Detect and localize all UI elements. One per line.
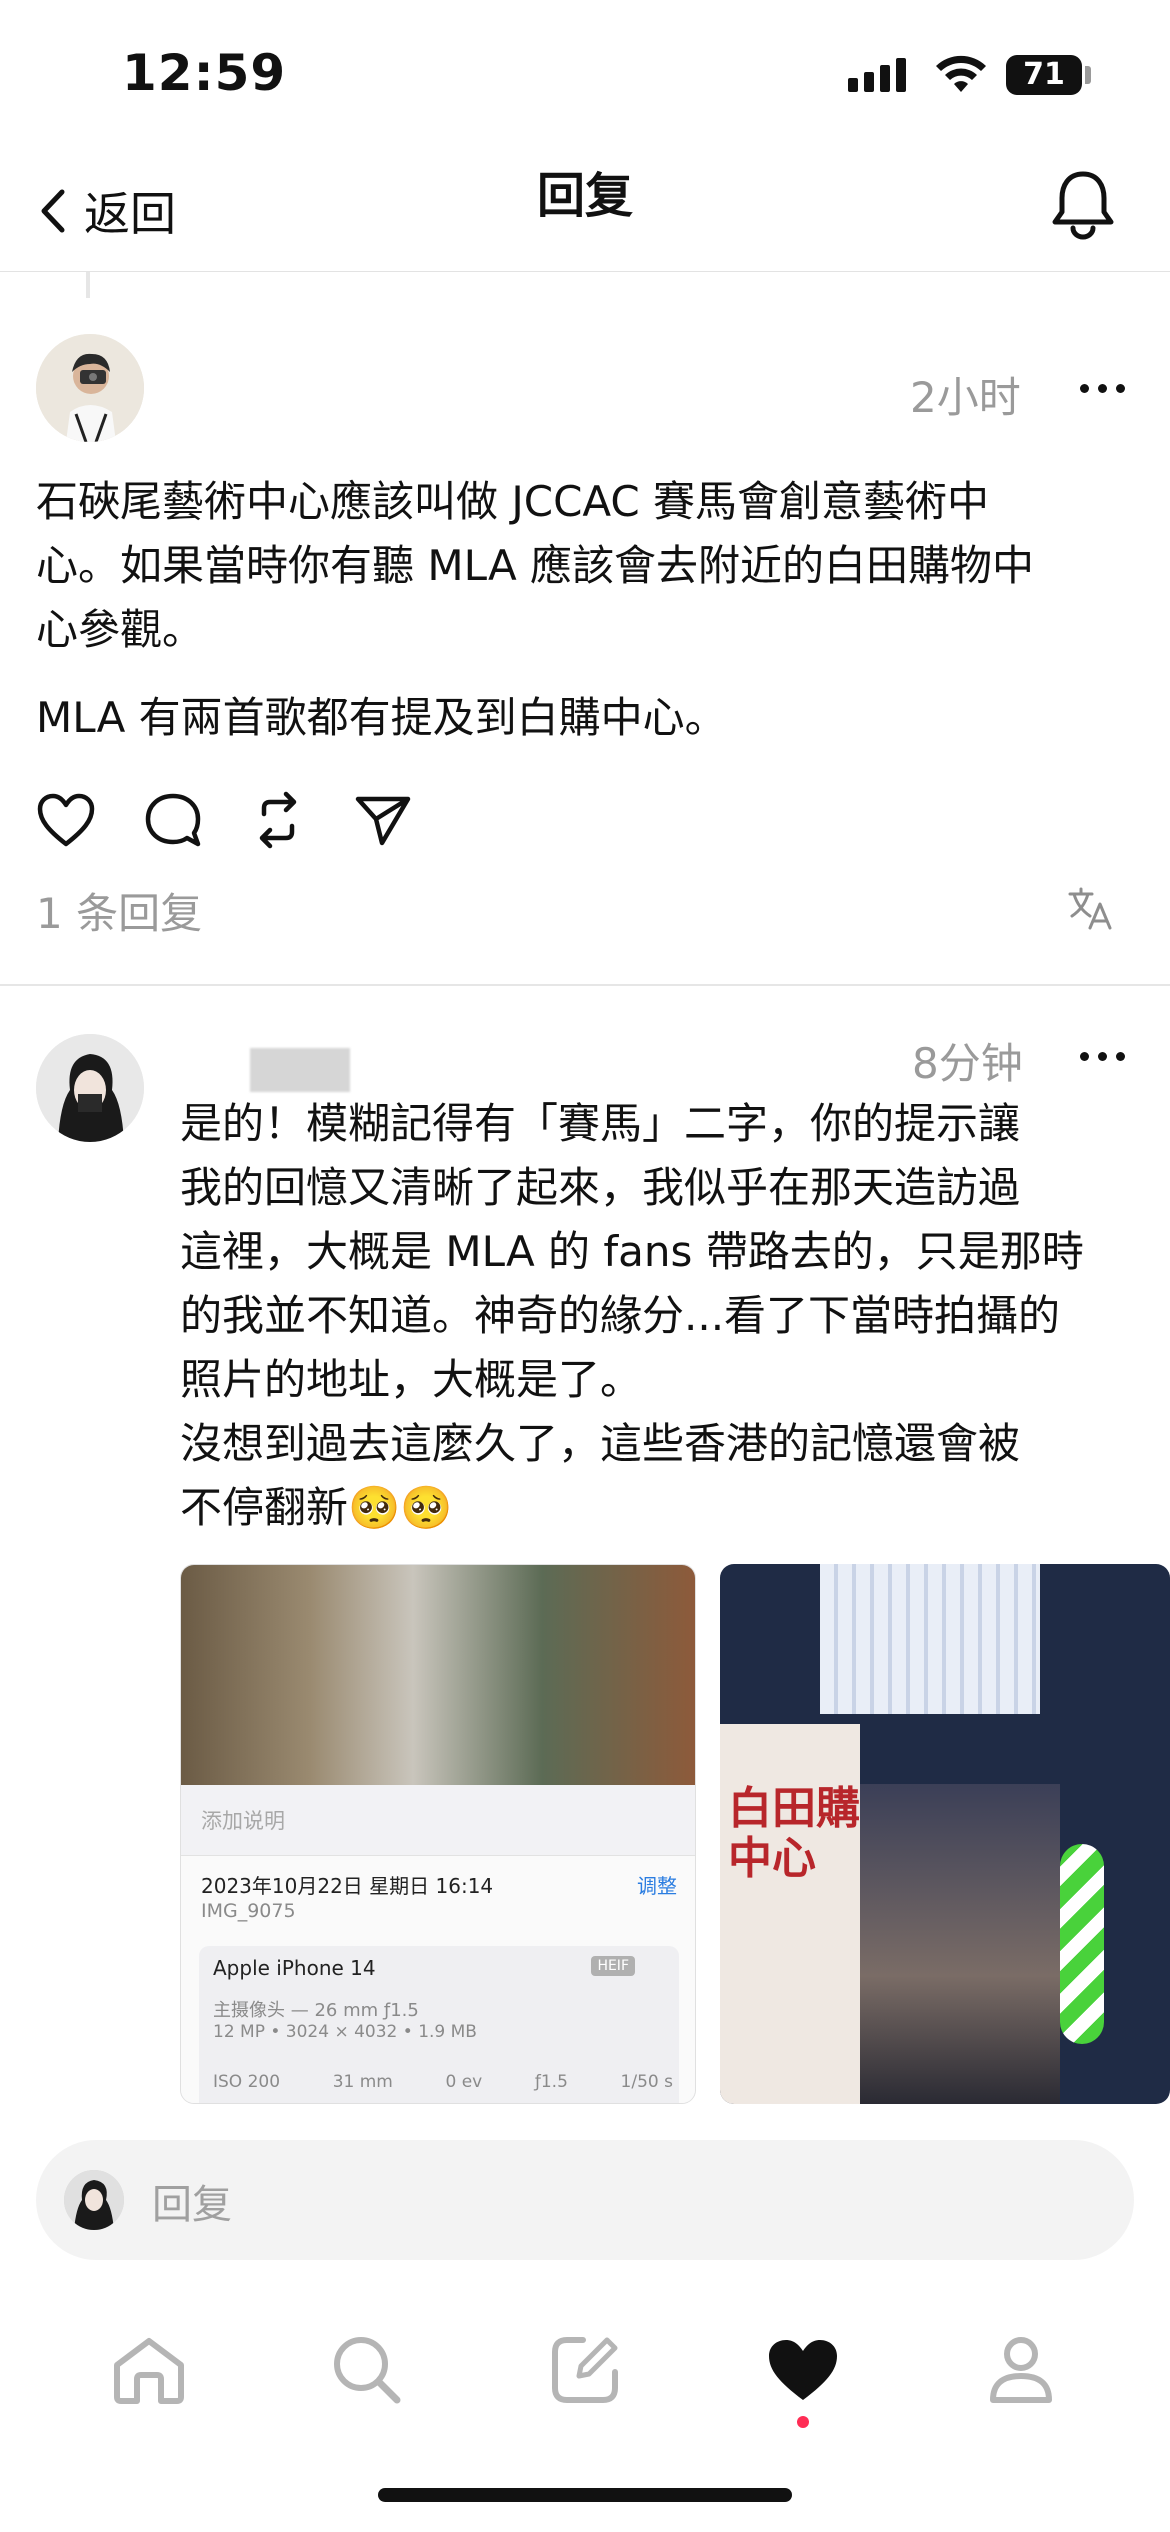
send-icon[interactable]: [354, 793, 412, 847]
photo-filename: IMG_9075: [201, 1900, 296, 1922]
tab-home[interactable]: [99, 2320, 199, 2420]
photo-barber-pole: [1060, 1844, 1104, 2044]
photo-date: 2023年10月22日 星期日 16:14: [201, 1874, 494, 1898]
more-options-icon[interactable]: [1080, 384, 1125, 393]
reply-input[interactable]: 回复: [36, 2140, 1134, 2260]
avatar[interactable]: [36, 1034, 144, 1142]
photo-device: Apple iPhone 14: [213, 1956, 376, 1980]
photo-spec: 12 MP • 3024 × 4032 • 1.9 MB: [213, 2022, 477, 2042]
photo-attachment[interactable]: 白田購中心: [720, 1564, 1170, 2104]
redacted-username: [250, 1048, 350, 1092]
reply-placeholder: 回复: [152, 2182, 232, 2228]
notification-dot: [797, 2416, 809, 2428]
divider: [0, 984, 1170, 986]
post-body: 石硤尾藝術中心應該叫做 JCCAC 賽馬會創意藝術中 心。如果當時你有聽 MLA…: [36, 477, 1035, 654]
photo-ceiling-light: [820, 1564, 1040, 1714]
repost-icon[interactable]: [250, 790, 306, 850]
translate-icon[interactable]: [1068, 886, 1114, 934]
wifi-icon: [934, 54, 988, 98]
heart-filled-icon: [769, 2340, 837, 2400]
compose-icon: [552, 2337, 618, 2403]
photo-exif-box: Apple iPhone 14 HEIF 主摄像头 — 26 mm ƒ1.5 1…: [199, 1946, 679, 2103]
home-indicator[interactable]: [378, 2488, 792, 2502]
status-time: 12:59: [122, 44, 287, 102]
nav-header: 返回 回复: [0, 140, 1170, 272]
photo-exif-row: ISO 200 31 mm 0 ev ƒ1.5 1/50 s: [213, 2072, 673, 2092]
exif-iso: ISO 200: [213, 2072, 281, 2092]
cellular-signal-icon: [848, 58, 906, 92]
comment-icon[interactable]: [144, 792, 202, 848]
photo-lens: 主摄像头 — 26 mm ƒ1.5: [213, 2000, 419, 2021]
tab-bar: [0, 2290, 1170, 2450]
post-body: 是的！模糊記得有「賽馬」二字，你的提示讓 我的回憶又清晰了起來，我似乎在那天造訪…: [180, 1099, 1084, 1532]
battery-icon: 71: [1006, 55, 1082, 95]
thread-line: [86, 272, 90, 298]
bell-icon[interactable]: [1048, 168, 1118, 244]
photo-shop-sign: 白田購中心: [720, 1724, 860, 2104]
avatar: [64, 2170, 124, 2230]
tab-search[interactable]: [317, 2320, 417, 2420]
battery-cap: [1085, 66, 1091, 84]
post-actions: [36, 790, 412, 850]
exif-aperture: ƒ1.5: [534, 2072, 568, 2092]
exif-ev: 0 ev: [445, 2072, 483, 2092]
page-title: 回复: [536, 168, 633, 224]
post-body-second: MLA 有兩首歌都有提及到白購中心。: [36, 693, 727, 742]
photo-caption: 添加说明: [201, 1809, 285, 1833]
photo-info-panel: 2023年10月22日 星期日 16:14 调整 IMG_9075 Apple …: [181, 1855, 695, 2103]
post-time: 8分钟: [912, 1039, 1023, 1088]
tab-profile[interactable]: [971, 2320, 1071, 2420]
tab-compose[interactable]: [535, 2320, 635, 2420]
heart-icon[interactable]: [36, 792, 96, 848]
photo-sign-text: 白田購中心: [728, 1783, 860, 1884]
reply-count-link[interactable]: 1 条回复: [36, 880, 202, 941]
status-bar: 12:59 71: [0, 0, 1170, 140]
photo-attachment[interactable]: 添加说明 2023年10月22日 星期日 16:14 调整 IMG_9075 A…: [180, 1564, 696, 2104]
search-icon: [334, 2337, 401, 2404]
profile-icon: [990, 2337, 1052, 2403]
exif-shutter: 1/50 s: [620, 2072, 673, 2092]
more-options-icon[interactable]: [1080, 1052, 1125, 1061]
home-icon: [114, 2338, 184, 2404]
tab-activity[interactable]: [753, 2320, 853, 2428]
photo-corridor: [860, 1784, 1060, 2104]
exif-focal: 31 mm: [332, 2072, 393, 2092]
post-time: 2小时: [910, 373, 1021, 422]
photo-adjust-link: 调整: [637, 1874, 677, 1898]
avatar[interactable]: [36, 334, 144, 442]
photo-image: [181, 1565, 695, 1785]
photo-format-badge: HEIF: [591, 1956, 635, 1976]
